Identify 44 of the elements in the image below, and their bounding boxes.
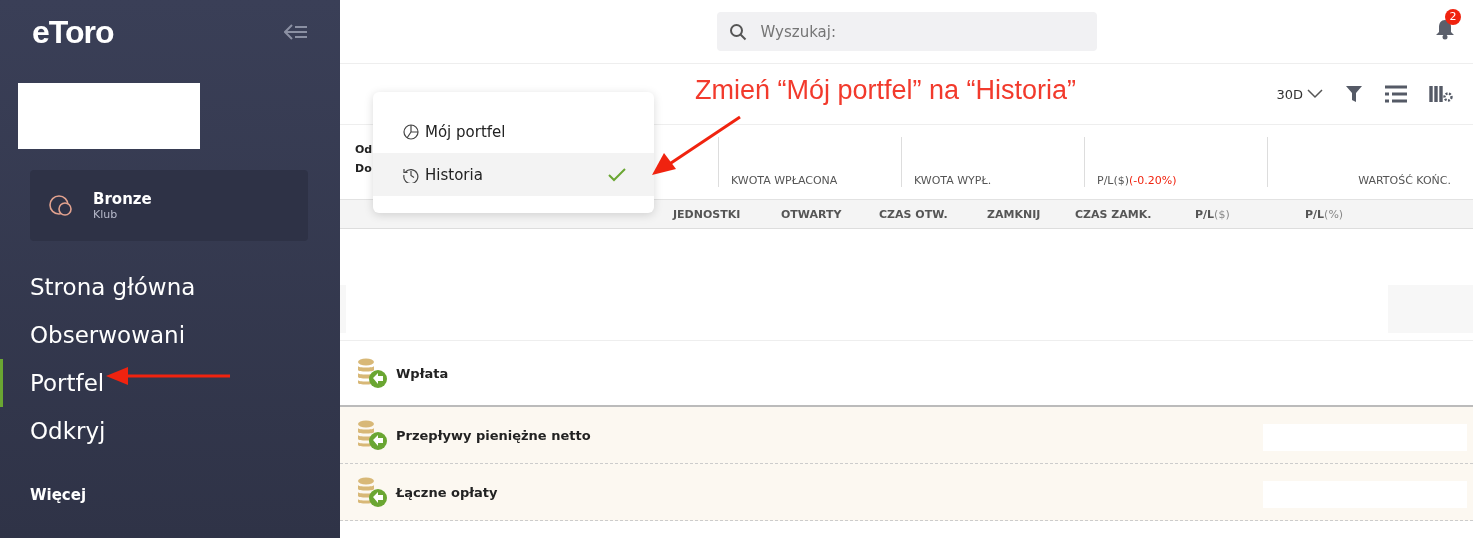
list-icon[interactable] xyxy=(1385,85,1407,103)
period-dropdown[interactable]: 30D xyxy=(1276,86,1323,102)
nav-item[interactable]: Odkryj xyxy=(0,407,106,455)
menu-item[interactable]: Mój portfel xyxy=(373,110,654,153)
filter-icon[interactable] xyxy=(1345,85,1363,103)
coins-icon xyxy=(356,419,388,451)
logo[interactable]: eToro xyxy=(32,13,114,51)
club-card[interactable]: Bronze Klub xyxy=(30,170,308,241)
club-label: Klub xyxy=(93,208,119,221)
check-icon xyxy=(608,167,626,182)
coins-icon xyxy=(356,476,388,508)
column-header[interactable]: P/L($) xyxy=(1195,207,1305,221)
menu-item[interactable]: Historia xyxy=(373,153,654,196)
column-header[interactable]: OTWARTY xyxy=(781,207,879,221)
collapse-icon[interactable] xyxy=(284,24,308,40)
column-header[interactable]: CZAS OTW. xyxy=(879,207,987,221)
history-icon xyxy=(403,166,419,183)
transaction-label: Wpłata xyxy=(396,365,449,381)
transaction-label: Przepływy pieniężne netto xyxy=(396,427,591,443)
nav-item[interactable]: Strona główna xyxy=(0,263,196,311)
search-icon xyxy=(728,23,747,41)
summary-label: WARTOŚĆ KOŃC. xyxy=(1358,174,1451,187)
nav-item[interactable]: Obserwowani xyxy=(0,311,186,359)
annotation-text: Zmień “Mój portfel” na “Historia” xyxy=(695,74,1077,106)
coins-icon xyxy=(356,357,388,389)
section-heading: Więcej xyxy=(30,486,88,504)
notification-badge: 2 xyxy=(1445,9,1461,25)
bell-icon[interactable] xyxy=(1435,18,1455,40)
date-label: Od xyxy=(355,143,373,156)
column-header[interactable]: P/L(%) xyxy=(1305,207,1405,221)
column-header[interactable]: JEDNOSTKI xyxy=(673,207,781,221)
summary-label: KWOTA WPŁACONA xyxy=(731,174,838,187)
search-field[interactable]: Wyszukaj: xyxy=(716,12,1097,51)
date-label: Do xyxy=(355,162,372,175)
column-header[interactable]: CZAS ZAMK. xyxy=(1075,207,1195,221)
club-name: Bronze xyxy=(93,190,152,208)
chevron-icon xyxy=(1307,89,1323,99)
nav-item[interactable]: Portfel xyxy=(0,359,105,407)
transaction-label: Łączne opłaty xyxy=(396,484,498,500)
summary-label: KWOTA WYPŁ. xyxy=(914,174,992,187)
column-header[interactable]: ZAMKNIJ xyxy=(987,207,1075,221)
pie-chart-icon xyxy=(403,123,419,140)
column-settings-icon[interactable] xyxy=(1429,84,1453,104)
summary-label: P/L($)(-0.20%) xyxy=(1097,174,1177,187)
